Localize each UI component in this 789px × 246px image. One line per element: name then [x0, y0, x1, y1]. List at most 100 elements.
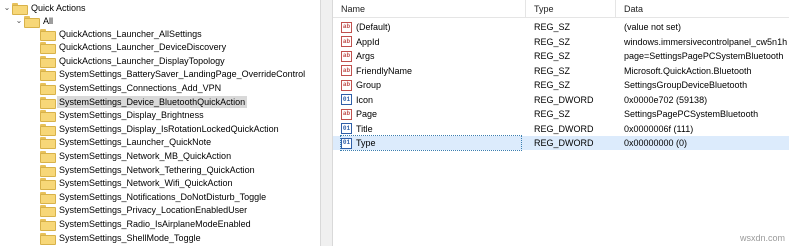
value-name: AppId	[356, 36, 380, 47]
tree-node-13[interactable]: SystemSettings_Privacy_LocationEnabledUs…	[40, 204, 249, 218]
value-data: (value not set)	[624, 22, 682, 32]
value-name: Icon	[356, 94, 374, 105]
folder-icon	[40, 150, 56, 163]
string-value-icon	[341, 21, 352, 33]
value-row[interactable]: (Default) REG_SZ (value not set)	[333, 20, 789, 34]
tree-node-label: Quick Actions	[31, 2, 86, 13]
value-name: Page	[356, 109, 378, 119]
list-header: Name Type Data	[333, 0, 789, 18]
tree-node-1[interactable]: QuickActions_Launcher_DeviceDiscovery	[40, 41, 228, 55]
tree-node-3[interactable]: SystemSettings_BatterySaver_LandingPage_…	[40, 68, 307, 82]
value-name: Group	[356, 80, 382, 90]
folder-icon	[24, 15, 40, 28]
string-value-icon	[341, 36, 352, 47]
folder-icon	[40, 110, 56, 123]
value-name-cell: Type	[340, 135, 522, 151]
folder-icon	[40, 123, 56, 136]
string-value-icon	[341, 79, 352, 91]
registry-key-tree[interactable]: ⌄ Quick Actions ⌄ All QuickActions_Launc…	[0, 0, 320, 246]
registry-values-list[interactable]: Name Type Data (Default) REG_SZ (value not…	[333, 0, 789, 246]
folder-icon	[40, 96, 56, 109]
tree-node-11[interactable]: SystemSettings_Network_Wifi_QuickAction	[40, 177, 235, 191]
value-name: Title	[356, 123, 373, 134]
value-data: page=SettingsPagePCSystemBluetooth	[624, 51, 784, 61]
folder-icon	[40, 82, 56, 95]
collapse-chevron-icon[interactable]: ⌄	[14, 14, 24, 27]
value-type: REG_DWORD	[534, 123, 594, 134]
pane-splitter[interactable]	[320, 0, 333, 246]
value-name: Args	[356, 51, 375, 61]
tree-node-15[interactable]: SystemSettings_ShellMode_Toggle	[40, 231, 203, 245]
value-type: REG_SZ	[534, 22, 571, 32]
value-data: 0x00000000 (0)	[624, 138, 688, 148]
dword-value-icon	[341, 123, 352, 134]
value-row[interactable]: Group REG_SZ SettingsGroupDeviceBluetooth	[333, 78, 789, 92]
value-type: REG_DWORD	[534, 138, 594, 148]
tree-node-label: QuickActions_Launcher_DeviceDiscovery	[59, 42, 227, 53]
value-name-cell: AppId	[341, 35, 521, 49]
tree-node-label: SystemSettings_Connections_Add_VPN	[59, 82, 222, 93]
folder-icon	[40, 28, 56, 41]
value-row[interactable]: Page REG_SZ SettingsPagePCSystemBluetooth	[333, 107, 789, 121]
tree-node-label: SystemSettings_Privacy_LocationEnabledUs…	[59, 205, 248, 216]
value-name-cell: Args	[341, 49, 521, 63]
value-name-cell: Page	[341, 107, 521, 121]
folder-icon	[40, 164, 56, 177]
tree-node-label: SystemSettings_Notifications_DoNotDistur…	[59, 191, 267, 202]
value-data: windows.immersivecontrolpanel_cw5n1h	[624, 36, 788, 47]
value-data: 0x0000006f (111)	[624, 123, 694, 134]
value-data: SettingsGroupDeviceBluetooth	[624, 80, 748, 90]
tree-node-0[interactable]: QuickActions_Launcher_AllSettings	[40, 27, 204, 41]
value-name-cell: Icon	[341, 93, 521, 107]
value-row[interactable]: Type REG_DWORD 0x00000000 (0)	[333, 135, 789, 151]
value-row[interactable]: AppId REG_SZ windows.immersivecontrolpanel…	[333, 35, 789, 49]
folder-icon	[40, 205, 56, 218]
dword-value-icon	[341, 137, 352, 149]
tree-node-label: SystemSettings_Display_IsRotationLockedQ…	[59, 123, 279, 134]
column-header-type[interactable]: Type	[526, 0, 616, 18]
value-data: 0x0000e702 (59138)	[624, 94, 708, 105]
value-row[interactable]: FriendlyName REG_SZ Microsoft.QuickAction.…	[333, 64, 789, 78]
tree-node-label: SystemSettings_Network_MB_QuickAction	[59, 150, 232, 161]
tree-node-quick-actions[interactable]: ⌄ Quick Actions	[2, 1, 88, 15]
folder-icon	[40, 178, 56, 191]
tree-node-2[interactable]: QuickActions_Launcher_DisplayTopology	[40, 54, 227, 68]
tree-node-9[interactable]: SystemSettings_Network_MB_QuickAction	[40, 149, 233, 163]
folder-icon	[40, 42, 56, 55]
tree-node-7[interactable]: SystemSettings_Display_IsRotationLockedQ…	[40, 122, 281, 136]
watermark: wsxdn.com	[739, 233, 785, 243]
folder-icon	[40, 232, 56, 245]
string-value-icon	[341, 50, 352, 62]
value-row[interactable]: Title REG_DWORD 0x0000006f (111)	[333, 122, 789, 136]
tree-node-label: SystemSettings_ShellMode_Toggle	[59, 232, 201, 243]
folder-icon	[40, 137, 56, 150]
value-data: SettingsPagePCSystemBluetooth	[624, 109, 759, 119]
value-type: REG_DWORD	[534, 94, 594, 105]
value-row[interactable]: Icon REG_DWORD 0x0000e702 (59138)	[333, 93, 789, 107]
tree-node-5[interactable]: SystemSettings_Device_BluetoothQuickActi…	[40, 95, 248, 109]
column-header-name[interactable]: Name	[333, 0, 526, 18]
column-header-data[interactable]: Data	[616, 0, 789, 18]
value-row[interactable]: Args REG_SZ page=SettingsPagePCSystemBluet…	[333, 49, 789, 63]
tree-node-6[interactable]: SystemSettings_Display_Brightness	[40, 109, 206, 123]
tree-node-label: QuickActions_Launcher_AllSettings	[59, 28, 202, 39]
tree-node-label: SystemSettings_Network_Tethering_QuickAc…	[59, 164, 255, 175]
tree-node-4[interactable]: SystemSettings_Connections_Add_VPN	[40, 81, 223, 95]
value-data: Microsoft.QuickAction.Bluetooth	[624, 65, 752, 76]
tree-node-14[interactable]: SystemSettings_Radio_IsAirplaneModeEnabl…	[40, 217, 253, 231]
value-name: (Default)	[356, 22, 391, 32]
tree-node-12[interactable]: SystemSettings_Notifications_DoNotDistur…	[40, 190, 268, 204]
tree-node-all[interactable]: ⌄ All	[14, 14, 55, 28]
tree-node-label: SystemSettings_Launcher_QuickNote	[59, 137, 212, 148]
tree-node-10[interactable]: SystemSettings_Network_Tethering_QuickAc…	[40, 163, 257, 177]
value-type: REG_SZ	[534, 36, 571, 47]
string-value-icon	[341, 65, 352, 76]
collapse-chevron-icon[interactable]: ⌄	[2, 1, 12, 14]
folder-icon	[40, 55, 56, 68]
value-name-cell: Title	[341, 122, 521, 136]
tree-node-8[interactable]: SystemSettings_Launcher_QuickNote	[40, 136, 213, 150]
tree-node-label: SystemSettings_Display_Brightness	[59, 110, 204, 121]
value-name: Type	[356, 138, 376, 148]
value-type: REG_SZ	[534, 51, 571, 61]
tree-node-label: SystemSettings_BatterySaver_LandingPage_…	[59, 69, 306, 80]
